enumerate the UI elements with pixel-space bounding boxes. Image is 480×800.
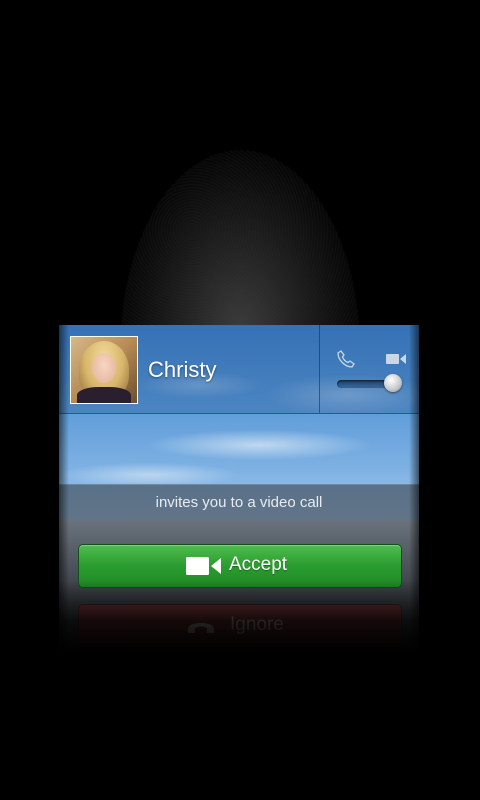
call-actions: Accept Ignore [59, 520, 419, 655]
video-camera-icon [186, 557, 221, 575]
phone-hangup-icon [188, 623, 214, 633]
incoming-call-card: Christy invites you to a video call Acce… [59, 325, 419, 655]
video-call-incoming-screen: Christy invites you to a video call Acce… [0, 0, 480, 800]
caller-avatar [70, 336, 138, 404]
ignore-label: Ignore [230, 614, 284, 635]
avatar-shirt [77, 387, 131, 403]
video-camera-icon[interactable] [385, 352, 407, 366]
spotlight-background [120, 150, 360, 350]
caller-header: Christy [59, 325, 419, 414]
accept-label: Accept [229, 554, 288, 575]
invite-message-bar: invites you to a video call [59, 484, 419, 521]
phone-icon[interactable] [337, 350, 355, 368]
caller-name: Christy [148, 357, 217, 382]
header-divider [319, 325, 320, 413]
accept-button[interactable]: Accept [78, 544, 402, 588]
avatar-face [92, 353, 116, 383]
call-mode-toggle-knob[interactable] [384, 374, 402, 392]
ignore-button[interactable]: Ignore [78, 604, 402, 648]
invite-text: invites you to a video call [155, 494, 323, 511]
